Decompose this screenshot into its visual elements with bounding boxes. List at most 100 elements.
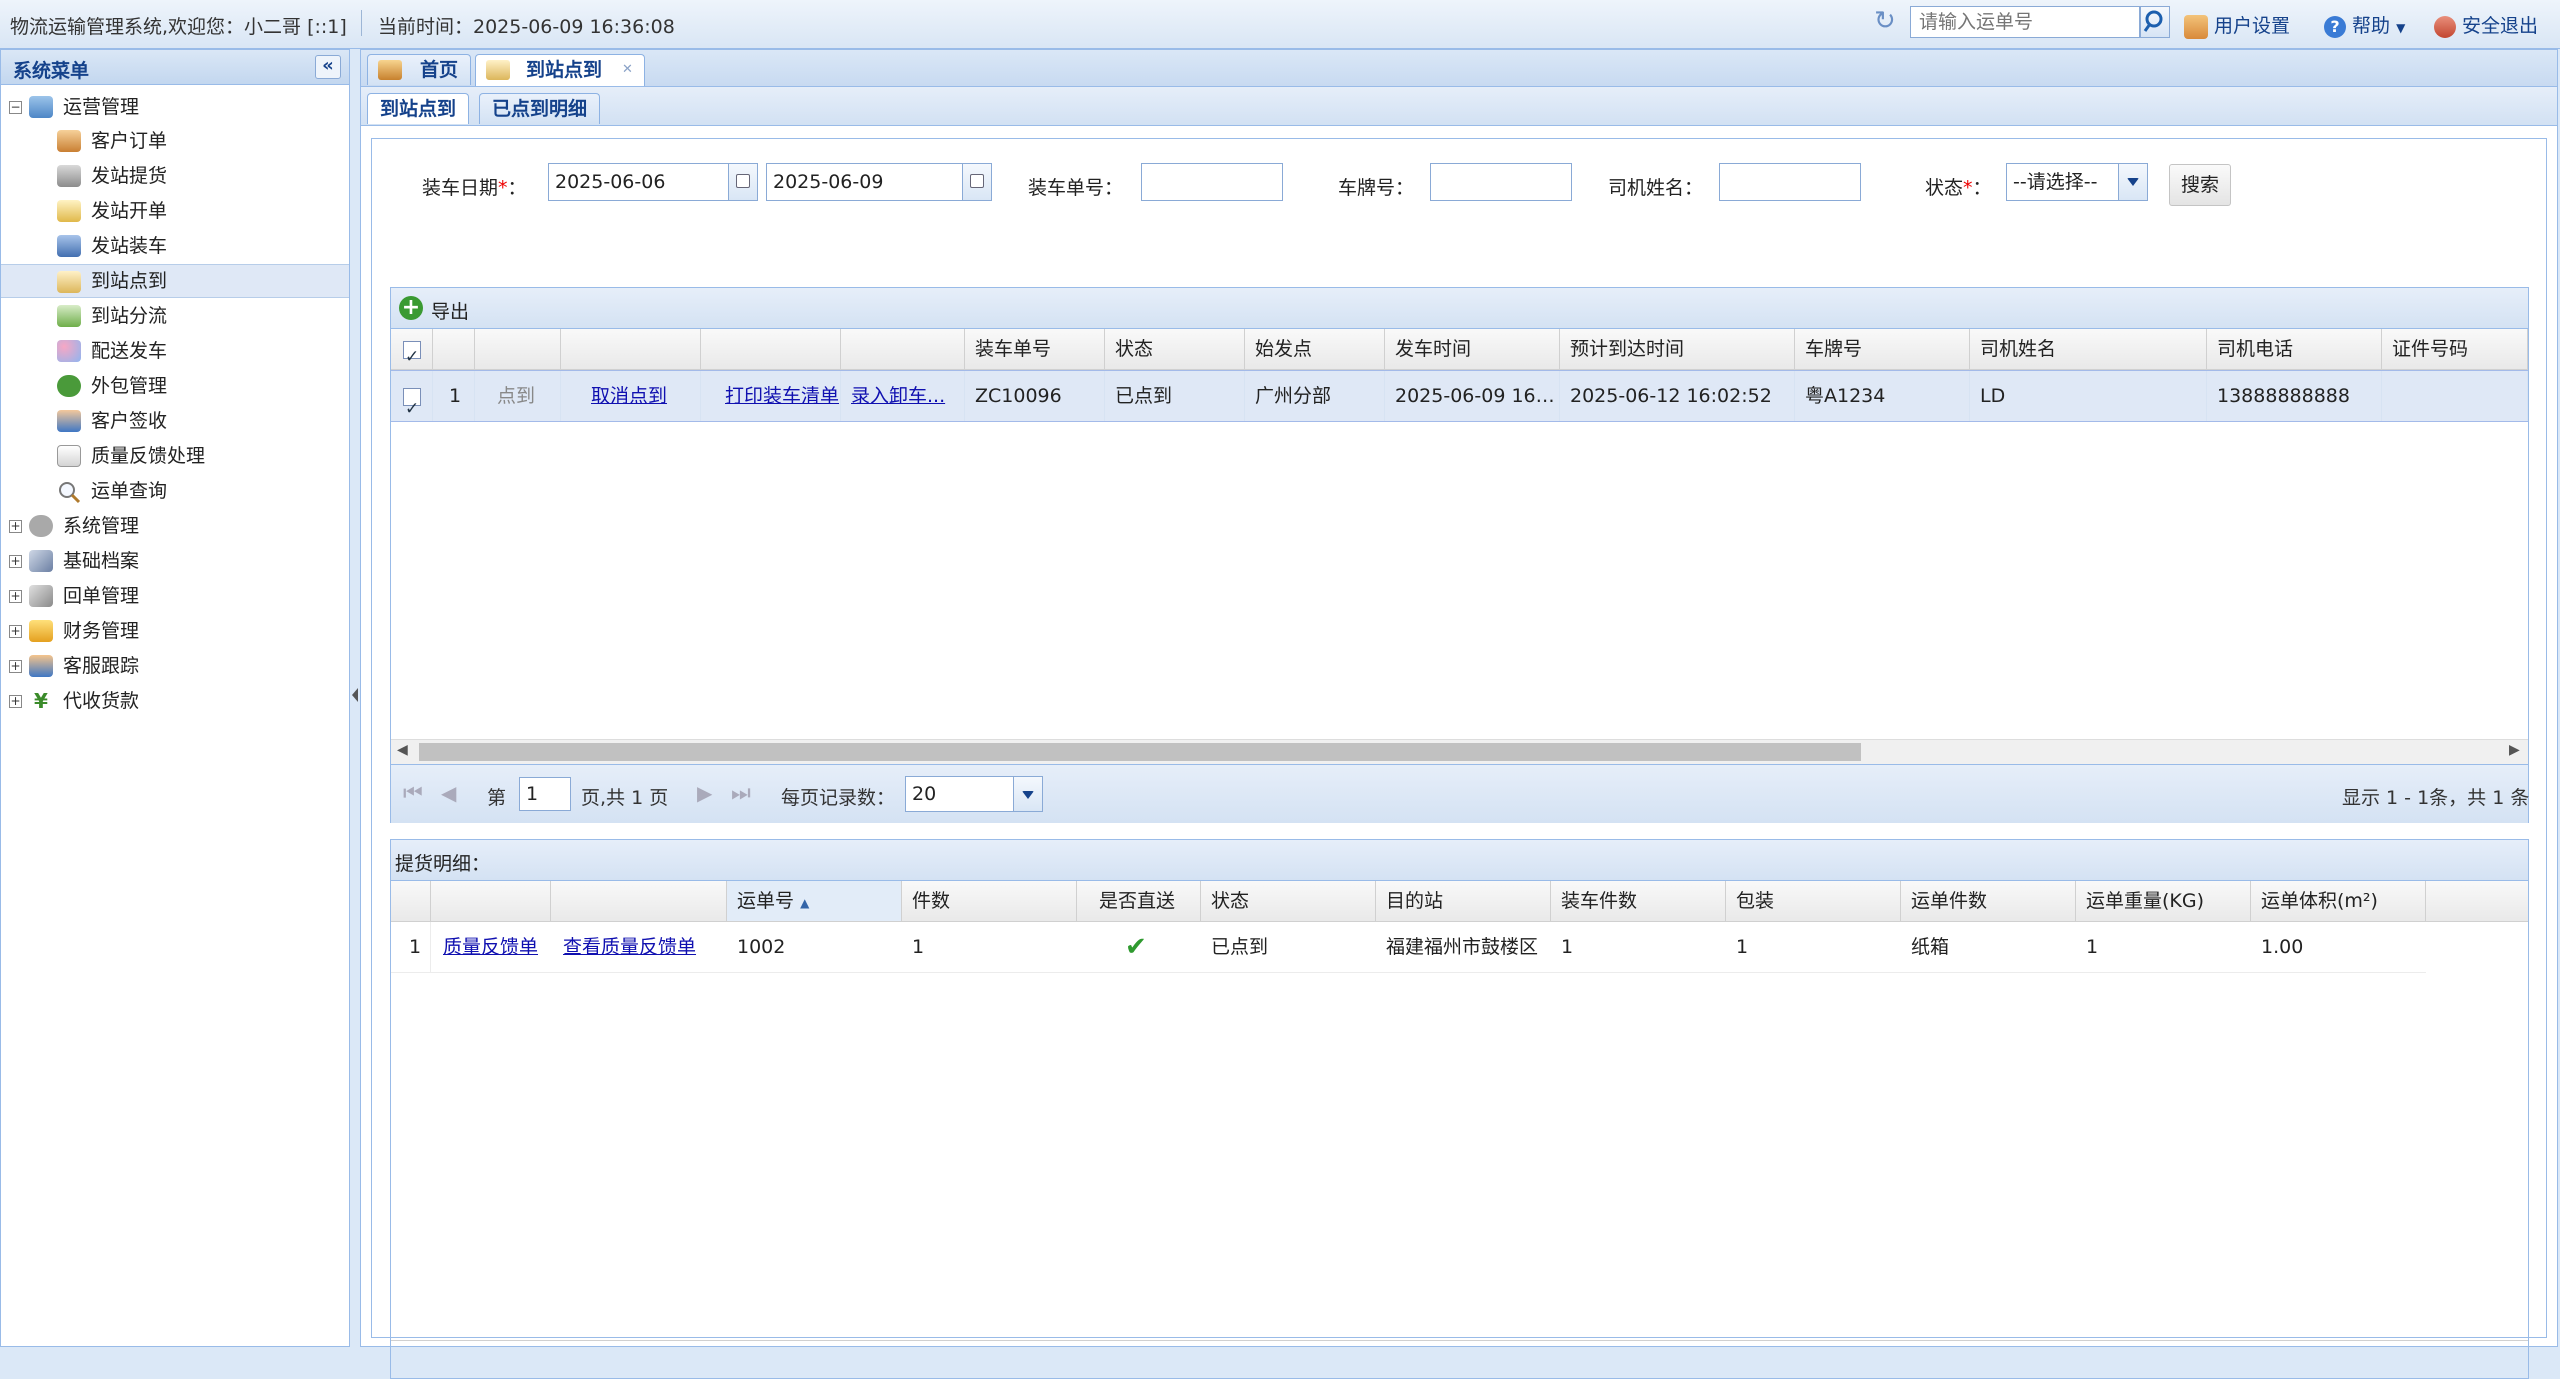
header-weight[interactable]: 运单重量(KG) [2076,881,2251,921]
header-volume[interactable]: 运单体积(m²) [2251,881,2426,921]
header-eta[interactable]: 预计到达时间 [1560,329,1795,369]
next-page-icon[interactable]: ▶ [697,781,712,805]
subtab-checkin-details[interactable]: 已点到明细 [479,93,601,124]
scrollbar-thumb[interactable] [419,743,1861,761]
sidebar-group-system[interactable]: + 系统管理 [1,509,349,543]
checkin-action[interactable]: 点到 [475,371,561,421]
header-packing[interactable]: 运单件数 [1901,881,2076,921]
sidebar-item-billing[interactable]: 发站开单 [1,194,349,228]
sidebar-title: 系统菜单 [13,60,90,82]
cancel-checkin-link[interactable]: 取消点到 [561,371,701,421]
collapse-arrow-icon[interactable] [352,688,358,702]
search-icon[interactable] [2140,6,2170,38]
page-suffix: 页,共 1 页 [581,787,669,809]
refresh-icon[interactable]: ↻ [1874,8,1898,34]
checklist-icon [486,60,510,80]
quality-feedback-link[interactable]: 质量反馈单 [431,922,551,972]
header-plate[interactable]: 车牌号 [1795,329,1970,369]
export-icon[interactable]: + [399,296,423,320]
horizontal-scrollbar[interactable]: ◀ ▶ [391,739,2528,764]
user-settings-link[interactable]: 用户设置 [2184,11,2290,39]
driver-input[interactable] [1719,163,1861,201]
sidebar-group-operations[interactable]: − 运营管理 [1,90,349,124]
expand-tree-icon[interactable]: + [9,625,22,638]
collapse-tree-icon[interactable]: − [9,101,22,114]
select-all-checkbox[interactable] [391,329,433,369]
sidebar-item-quality-feedback[interactable]: 质量反馈处理 [1,439,349,473]
sidebar-group-label: 代收货款 [63,690,140,712]
sidebar-item-loading[interactable]: 发站装车 [1,229,349,263]
header-waybill-no[interactable]: 运单号 ▲ [727,881,902,921]
table-row[interactable]: 1 点到 取消点到 打印装车清单 录入卸车... ZC10096 已点到 广州分… [391,370,2528,422]
header-destination[interactable]: 目的站 [1376,881,1551,921]
sidebar-item-customer-signoff[interactable]: 客户签收 [1,404,349,438]
logout-link[interactable]: 安全退出 [2434,11,2538,38]
sidebar-item-pickup[interactable]: 发站提货 [1,159,349,193]
sidebar-item-label: 到站点到 [91,270,168,292]
print-load-list-link[interactable]: 打印装车清单 [701,371,841,421]
last-page-icon[interactable]: ⏭ [731,781,751,806]
close-tab-icon[interactable]: ✕ [622,55,633,85]
view-quality-feedback-link[interactable]: 查看质量反馈单 [551,922,727,972]
header-depart-time[interactable]: 发车时间 [1385,329,1560,369]
scroll-left-icon[interactable]: ◀ [397,742,408,758]
prev-page-icon[interactable]: ◀ [441,781,456,805]
table-row[interactable]: 1 质量反馈单 查看质量反馈单 1002 1 ✔ 已点到 福建福州市鼓楼区 1 … [391,922,2426,973]
header-load-no[interactable]: 装车单号 [965,329,1105,369]
header-id-no[interactable]: 证件号码 [2382,329,2528,369]
calendar-icon[interactable] [962,164,991,200]
header-packing-count[interactable]: 包装 [1726,881,1901,921]
sidebar-item-customer-orders[interactable]: 客户订单 [1,124,349,158]
header-index [391,881,431,921]
collapse-sidebar-icon[interactable]: « [315,55,341,79]
chevron-down-icon[interactable] [2118,164,2147,200]
date-to-field[interactable]: 2025-06-09 [766,163,992,201]
expand-tree-icon[interactable]: + [9,660,22,673]
expand-tree-icon[interactable]: + [9,695,22,708]
tab-arrival-checkin[interactable]: 到站点到 ✕ [475,54,645,86]
header-driver[interactable]: 司机姓名 [1970,329,2207,369]
scroll-right-icon[interactable]: ▶ [2509,742,2520,758]
row-checkbox[interactable] [391,371,433,421]
load-no-input[interactable] [1141,163,1283,201]
date-from-field[interactable]: 2025-06-06 [548,163,758,201]
header-status[interactable]: 状态 [1105,329,1245,369]
tab-home[interactable]: 首页 [367,54,471,85]
page-number-input[interactable]: 1 [519,777,571,811]
sidebar-header: 系统菜单 « [1,50,349,85]
first-page-icon[interactable]: ⏮ [403,781,423,806]
sidebar-item-arrival-dispatch[interactable]: 到站分流 [1,299,349,333]
header-phone[interactable]: 司机电话 [2207,329,2382,369]
header-count[interactable]: 件数 [902,881,1077,921]
status-select[interactable]: --请选择-- [2006,163,2148,201]
sidebar-item-delivery[interactable]: 配送发车 [1,334,349,368]
calendar-icon[interactable] [728,164,757,200]
expand-tree-icon[interactable]: + [9,555,22,568]
expand-tree-icon[interactable]: + [9,590,22,603]
header-load-count[interactable]: 装车件数 [1551,881,1726,921]
help-menu[interactable]: ? 帮助 ▼ [2324,11,2405,38]
plate-input[interactable] [1430,163,1572,201]
waybill-search-input[interactable] [1910,6,2140,38]
sidebar-group-archives[interactable]: + 基础档案 [1,544,349,578]
subtab-arrival-checkin[interactable]: 到站点到 [367,93,470,124]
sidebar-item-arrival-checkin[interactable]: 到站点到 [1,264,349,298]
expand-tree-icon[interactable]: + [9,520,22,533]
page-size-select[interactable]: 20 [905,776,1043,812]
form-icon [57,445,81,467]
header-direct[interactable]: 是否直送 [1077,881,1201,921]
header-origin[interactable]: 始发点 [1245,329,1385,369]
export-button[interactable]: 导出 [431,297,469,324]
sidebar-group-cod[interactable]: + ¥ 代收货款 [1,684,349,718]
sidebar-item-waybill-query[interactable]: 运单查询 [1,474,349,508]
pager-summary: 显示 1 - 1条，共 1 条 [2342,787,2530,809]
sidebar-group-receipts[interactable]: + 回单管理 [1,579,349,613]
enter-unload-link[interactable]: 录入卸车... [841,371,965,421]
chevron-down-icon[interactable] [1013,777,1042,811]
sidebar-group-customer-service[interactable]: + 客服跟踪 [1,649,349,683]
header-status[interactable]: 状态 [1201,881,1376,921]
search-button[interactable]: 搜索 [2169,164,2231,206]
sidebar-group-finance[interactable]: + 财务管理 [1,614,349,648]
sidebar-group-label: 财务管理 [63,620,140,642]
sidebar-item-outsourcing[interactable]: 外包管理 [1,369,349,403]
